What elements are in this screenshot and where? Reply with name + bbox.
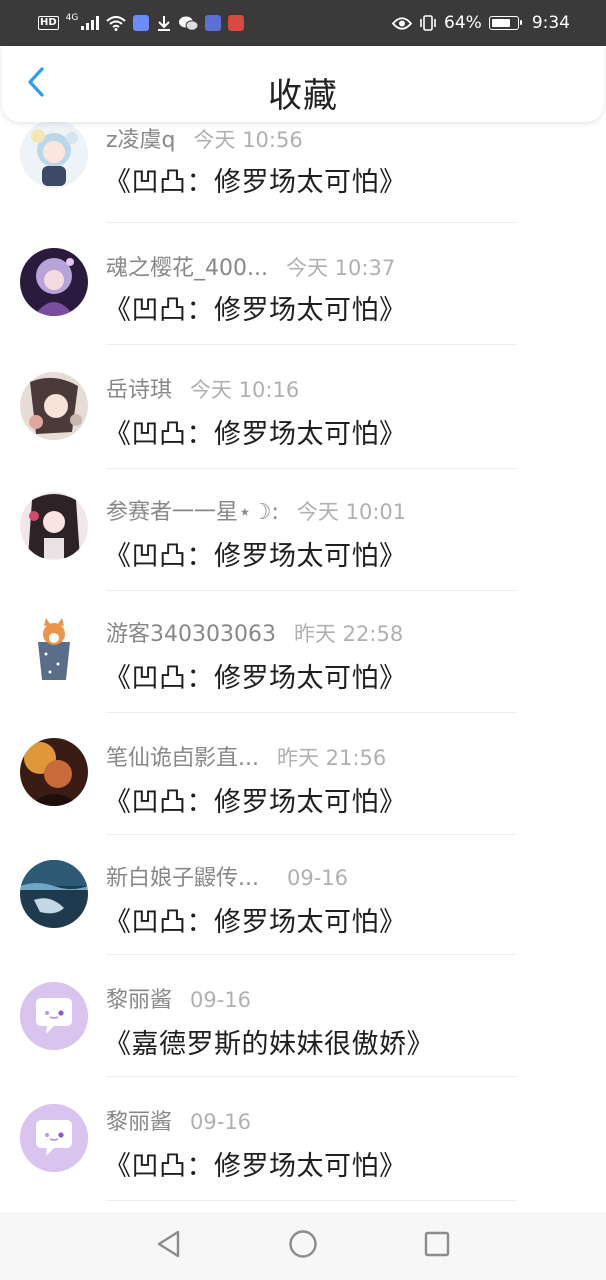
app-icon — [205, 15, 222, 31]
item-meta: z凌虞q 今天 10:56 — [106, 122, 303, 154]
status-bar: HD 4G 64% 9:34 — [0, 0, 606, 46]
download-icon — [156, 15, 172, 31]
divider — [106, 1200, 516, 1201]
cat-in-cup-avatar-icon — [20, 614, 88, 682]
hd-icon: HD — [38, 16, 59, 30]
book-title[interactable]: 《嘉德罗斯的妹妹很傲娇》 — [104, 1022, 434, 1061]
dark-portrait-avatar-icon — [20, 738, 88, 806]
avatar[interactable] — [20, 738, 88, 806]
anime-girl-dark-hair-avatar-icon — [20, 492, 88, 560]
item-meta: 游客340303063 昨天 22:58 — [106, 616, 403, 648]
item-meta: 魂之樱花_400... 今天 10:37 — [106, 250, 395, 282]
user-name: 新白娘子鼹传... — [106, 866, 259, 891]
avatar[interactable] — [20, 492, 88, 560]
timestamp: 今天 10:01 — [296, 500, 407, 524]
avatar[interactable] — [20, 614, 88, 682]
signal-icon — [81, 16, 100, 30]
user-name: 参赛者一一星⋆☽: — [106, 500, 279, 525]
game-app-icon — [228, 15, 245, 31]
list-item[interactable]: 黎丽酱 09-16 《嘉德罗斯的妹妹很傲娇》 — [0, 974, 606, 1096]
music-app-icon — [133, 15, 150, 31]
avatar[interactable] — [20, 372, 88, 440]
home-circle-icon — [288, 1229, 318, 1263]
item-meta: 岳诗琪 今天 10:16 — [106, 372, 299, 404]
chat-bubble-icon — [20, 982, 88, 1050]
divider — [106, 712, 516, 713]
nav-recents-button[interactable] — [420, 1229, 454, 1263]
anime-girl-avatar-icon — [20, 122, 88, 188]
header: 收藏 — [2, 46, 604, 122]
wifi-icon — [106, 15, 127, 31]
anime-girl-purple-avatar-icon — [20, 248, 88, 316]
book-title[interactable]: 《凹凸：修罗场太可怕》 — [104, 288, 407, 327]
list-item[interactable]: 魂之樱花_400... 今天 10:37 《凹凸：修罗场太可怕》 — [0, 240, 606, 362]
book-title[interactable]: 《凹凸：修罗场太可怕》 — [104, 780, 407, 819]
item-meta: 新白娘子鼹传... 09-16 — [106, 860, 348, 892]
chat-bubble-icon — [20, 1104, 88, 1172]
timestamp: 今天 10:37 — [285, 256, 396, 280]
battery-icon — [488, 16, 522, 30]
avatar[interactable] — [20, 1104, 88, 1172]
divider — [106, 954, 516, 955]
divider — [106, 222, 516, 223]
wechat-icon — [179, 16, 199, 31]
divider — [106, 1076, 516, 1077]
list-item[interactable]: 游客340303063 昨天 22:58 《凹凸：修罗场太可怕》 — [0, 608, 606, 730]
timestamp: 09-16 — [190, 1110, 252, 1134]
book-title[interactable]: 《凹凸：修罗场太可怕》 — [104, 900, 407, 939]
book-title[interactable]: 《凹凸：修罗场太可怕》 — [104, 534, 407, 573]
status-bar-left: HD 4G — [38, 13, 245, 31]
back-triangle-icon — [156, 1230, 182, 1262]
favorites-list: z凌虞q 今天 10:56 《凹凸：修罗场太可怕》 魂之樱花_400... 今天… — [0, 122, 606, 1212]
item-meta: 黎丽酱 09-16 — [106, 1104, 251, 1136]
list-item[interactable]: 黎丽酱 09-16 《凹凸：修罗场太可怕》 — [0, 1096, 606, 1212]
clock: 9:34 — [531, 13, 570, 33]
list-item[interactable]: 新白娘子鼹传... 09-16 《凹凸：修罗场太可怕》 — [0, 852, 606, 974]
avatar[interactable] — [20, 248, 88, 316]
timestamp: 今天 10:56 — [193, 128, 303, 152]
user-name: 黎丽酱 — [106, 988, 173, 1013]
divider — [106, 344, 516, 345]
timestamp: 09-16 — [286, 866, 349, 890]
list-item[interactable]: 笔仙诡卣影直... 昨天 21:56 《凹凸：修罗场太可怕》 — [0, 730, 606, 852]
item-meta: 笔仙诡卣影直... 昨天 21:56 — [106, 740, 386, 772]
underwater-avatar-icon — [20, 860, 88, 928]
divider — [106, 590, 516, 591]
avatar[interactable] — [20, 122, 88, 188]
item-meta: 参赛者一一星⋆☽: 今天 10:01 — [106, 494, 406, 526]
list-item[interactable]: 岳诗琪 今天 10:16 《凹凸：修罗场太可怕》 — [0, 362, 606, 484]
system-nav-bar — [0, 1212, 606, 1280]
book-title[interactable]: 《凹凸：修罗场太可怕》 — [104, 1144, 407, 1183]
list-item[interactable]: 参赛者一一星⋆☽: 今天 10:01 《凹凸：修罗场太可怕》 — [0, 486, 606, 608]
user-name: 游客340303063 — [106, 622, 276, 647]
user-name: z凌虞q — [106, 128, 176, 153]
nav-back-button[interactable] — [152, 1229, 186, 1263]
avatar[interactable] — [20, 860, 88, 928]
timestamp: 09-16 — [190, 988, 252, 1012]
nav-home-button[interactable] — [286, 1229, 320, 1263]
item-meta: 黎丽酱 09-16 — [106, 982, 251, 1014]
vibrate-icon — [419, 15, 437, 31]
status-bar-right: 64% 9:34 — [392, 13, 570, 33]
list-item[interactable]: z凌虞q 今天 10:56 《凹凸：修罗场太可怕》 — [0, 122, 606, 240]
book-title[interactable]: 《凹凸：修罗场太可怕》 — [104, 160, 407, 199]
page-title: 收藏 — [268, 76, 338, 116]
user-name: 魂之樱花_400... — [106, 256, 268, 281]
divider — [106, 834, 516, 835]
recents-square-icon — [423, 1230, 451, 1262]
network-type: 4G — [65, 13, 79, 23]
girl-flowers-avatar-icon — [20, 372, 88, 440]
timestamp: 昨天 21:56 — [276, 746, 387, 770]
timestamp: 今天 10:16 — [190, 378, 300, 402]
battery-percent: 64% — [444, 13, 482, 33]
timestamp: 昨天 22:58 — [293, 622, 404, 646]
divider — [106, 468, 516, 469]
eye-icon — [392, 16, 413, 30]
user-name: 岳诗琪 — [106, 378, 173, 403]
book-title[interactable]: 《凹凸：修罗场太可怕》 — [104, 412, 407, 451]
avatar[interactable] — [20, 982, 88, 1050]
book-title[interactable]: 《凹凸：修罗场太可怕》 — [104, 656, 407, 695]
user-name: 笔仙诡卣影直... — [106, 746, 259, 771]
user-name: 黎丽酱 — [106, 1110, 173, 1135]
